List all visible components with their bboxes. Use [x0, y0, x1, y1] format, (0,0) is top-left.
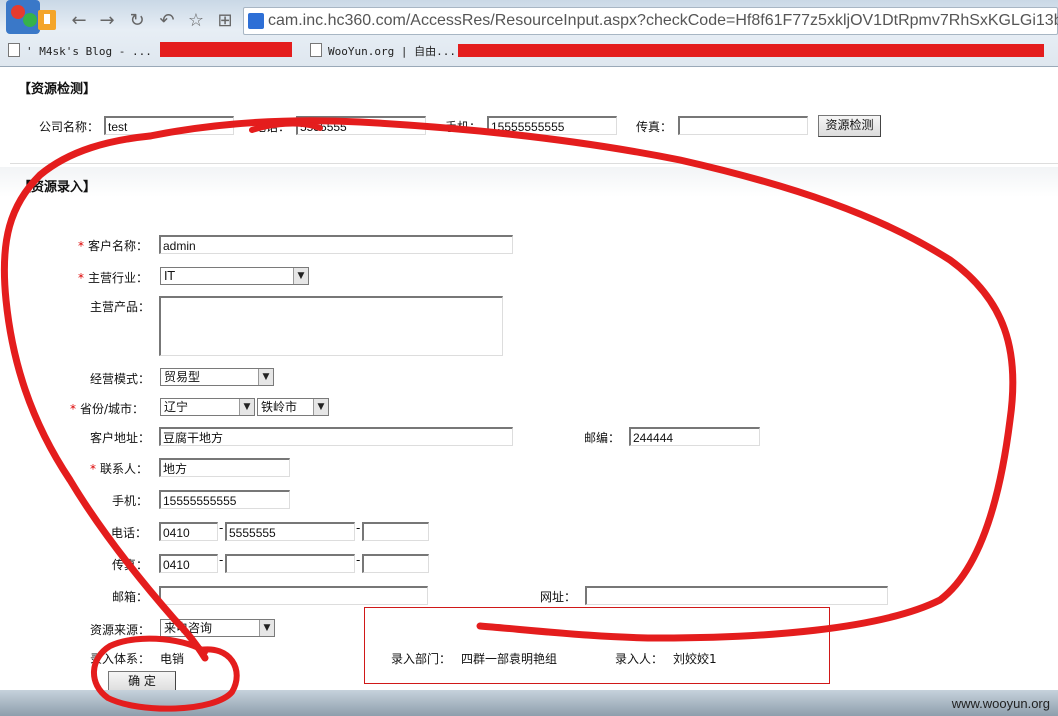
required-mark: * [78, 239, 84, 253]
detect-company-input[interactable]: test [104, 116, 234, 135]
refresh-icon[interactable]: ↻ [126, 10, 148, 32]
detect-section-title: 【资源检测】 [18, 82, 97, 97]
province-city-label: * 省份/城市： [70, 402, 145, 416]
person-label: 录入人： [615, 652, 664, 666]
page-icon [8, 43, 20, 57]
detect-mobile-input[interactable]: 15555555555 [487, 116, 617, 135]
detect-phone-label: 电话： [254, 120, 291, 134]
required-mark: * [78, 271, 84, 285]
section-divider [10, 163, 1058, 164]
products-textarea[interactable] [159, 296, 503, 356]
chevron-down-icon[interactable]: ▼ [293, 268, 308, 284]
chevron-down-icon[interactable]: ▼ [313, 399, 328, 415]
chevron-down-icon[interactable]: ▼ [239, 399, 254, 415]
resource-check-button[interactable]: 资源检测 [818, 115, 881, 137]
province-select[interactable]: 辽宁 ▼ [160, 398, 255, 416]
person-value: 刘姣姣1 [673, 652, 717, 666]
address-bar[interactable]: cam.inc.hc360.com/AccessRes/ResourceInpu… [243, 7, 1058, 35]
address-url[interactable]: cam.inc.hc360.com/AccessRes/ResourceInpu… [268, 12, 1058, 30]
customer-name-label: * 客户名称： [78, 239, 149, 253]
detect-mobile-label: 手机： [445, 120, 482, 134]
detect-fax-label: 传真： [636, 120, 673, 134]
contact-input[interactable]: 地方 [159, 458, 290, 477]
entry-mobile-input[interactable]: 15555555555 [159, 490, 290, 509]
redaction-mark [160, 42, 292, 57]
browser-logo-icon[interactable] [4, 0, 60, 36]
fax-number-input[interactable] [225, 554, 355, 573]
address-label: 客户地址： [90, 431, 151, 445]
apps-grid-icon[interactable]: ⊞ [214, 10, 236, 32]
business-mode-label: 经营模式： [90, 372, 151, 386]
chevron-down-icon[interactable]: ▼ [259, 620, 274, 636]
customer-name-input[interactable]: admin [159, 235, 513, 254]
entry-info-highlight: 录入部门： 四群一部袁明艳组 录入人： 刘姣姣1 [364, 607, 830, 684]
site-icon [248, 13, 264, 29]
forward-icon[interactable]: → [96, 10, 118, 32]
bookmark-item[interactable]: ' M4sk's Blog - ... [8, 43, 152, 58]
page-icon [310, 43, 322, 57]
entry-phone-label: * 电话： [101, 526, 148, 540]
phone-ext-input[interactable] [362, 522, 429, 541]
back-icon[interactable]: ← [68, 10, 90, 32]
browser-chrome: ← → ↻ ↶ ☆ ⊞ cam.inc.hc360.com/AccessRes/… [0, 0, 1058, 67]
industry-select[interactable]: IT ▼ [160, 267, 309, 285]
fax-separator: - [356, 553, 361, 567]
website-label: 网址： [540, 590, 577, 604]
city-select[interactable]: 铁岭市 ▼ [257, 398, 329, 416]
detect-company-label: 公司名称： [39, 120, 100, 134]
business-mode-select[interactable]: 贸易型 ▼ [160, 368, 274, 386]
bookmarks-bar: ' M4sk's Blog - ... WooYun.org | 自由... [0, 38, 1058, 64]
fax-ext-input[interactable] [362, 554, 429, 573]
address-input[interactable]: 豆腐干地方 [159, 427, 513, 446]
redaction-mark [458, 44, 1044, 57]
phone-area-input[interactable]: 0410 [159, 522, 218, 541]
zip-input[interactable]: 244444 [629, 427, 760, 446]
contact-label: * 联系人： [90, 462, 149, 476]
fax-separator: - [219, 553, 224, 567]
favorite-star-icon[interactable]: ☆ [185, 10, 207, 32]
phone-separator: - [356, 521, 361, 535]
products-label: 主营产品： [90, 300, 151, 314]
system-label: 录入体系： [90, 652, 151, 666]
entry-header-band [0, 167, 1058, 197]
source-select[interactable]: 来电咨询 ▼ [160, 619, 275, 637]
phone-separator: - [219, 521, 224, 535]
chevron-down-icon[interactable]: ▼ [258, 369, 273, 385]
detect-phone-input[interactable]: 5555555 [296, 116, 426, 135]
detect-fax-input[interactable] [678, 116, 808, 135]
entry-section-title: 【资源录入】 [18, 180, 97, 195]
email-label: 邮箱： [112, 590, 149, 604]
watermark-text: www.wooyun.org [951, 696, 1050, 711]
email-input[interactable] [159, 586, 428, 605]
phone-number-input[interactable]: 5555555 [225, 522, 355, 541]
entry-fax-label: 传真： [112, 558, 149, 572]
page-content: 【资源检测】 公司名称： test 电话： 5555555 手机： 155555… [0, 67, 1058, 693]
entry-mobile-label: 手机： [112, 494, 149, 508]
undo-icon[interactable]: ↶ [156, 10, 178, 32]
footer-bar: www.wooyun.org [0, 690, 1058, 716]
dept-label: 录入部门： [391, 652, 452, 666]
system-value: 电销 [160, 652, 185, 666]
website-input[interactable] [585, 586, 888, 605]
bookmark-item[interactable]: WooYun.org | 自由... [310, 43, 456, 59]
zip-label: 邮编： [584, 431, 621, 445]
required-mark: * [101, 526, 107, 540]
industry-label: * 主营行业： [78, 271, 149, 285]
source-label: 资源来源： [90, 623, 151, 637]
required-mark: * [70, 402, 76, 416]
required-mark: * [90, 462, 96, 476]
fax-area-input[interactable]: 0410 [159, 554, 218, 573]
dept-value: 四群一部袁明艳组 [461, 652, 558, 666]
